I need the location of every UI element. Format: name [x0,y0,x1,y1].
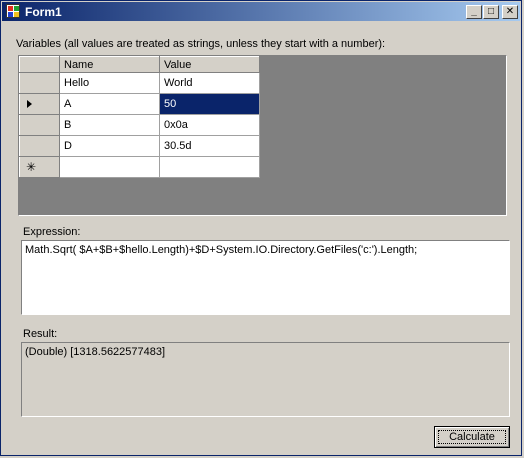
current-row-indicator-icon [27,100,32,109]
cell-name[interactable]: Hello [59,72,160,94]
column-header-name[interactable]: Name [59,56,160,73]
variables-label: Variables (all values are treated as str… [16,38,386,50]
title-bar[interactable]: Form1 _ □ ✕ [2,2,520,21]
result-label: Result: [23,328,58,340]
expression-input[interactable]: Math.Sqrt( $A+$B+$hello.Length)+$D+Syste… [21,240,510,315]
cell-value[interactable]: 0x0a [159,114,260,136]
new-row-value-cell[interactable] [159,156,260,178]
calculate-button[interactable]: Calculate [434,426,510,448]
cell-value[interactable]: World [159,72,260,94]
new-row-icon: ✳ [26,160,37,174]
maximize-icon: □ [487,6,495,17]
new-row-name-cell[interactable] [59,156,160,178]
row-header[interactable] [19,114,60,136]
maximize-button[interactable]: □ [483,5,499,19]
focus-rectangle [438,430,506,444]
cell-name[interactable]: A [59,93,160,115]
minimize-button[interactable]: _ [466,5,482,19]
expression-label: Expression: [23,226,81,238]
grid-corner-header[interactable] [19,56,60,73]
result-output[interactable]: (Double) [1318.5622577483] [21,342,510,417]
column-header-value[interactable]: Value [159,56,260,73]
cell-name[interactable]: B [59,114,160,136]
main-window: Form1 _ □ ✕ Variables (all values are tr… [0,0,522,456]
row-header[interactable]: ✳ [19,156,60,178]
table-row: A 50 [19,93,260,115]
table-row: Hello World [19,72,260,94]
variables-grid[interactable]: Name Value Hello World A 50 B 0x0a D 30.… [18,55,507,216]
cell-value-selected[interactable]: 50 [159,93,260,115]
new-row: ✳ [19,156,260,178]
app-icon[interactable] [6,4,20,18]
row-header[interactable] [19,93,60,115]
variables-table: Name Value Hello World A 50 B 0x0a D 30.… [19,56,260,178]
window-title: Form1 [25,5,62,19]
close-button[interactable]: ✕ [502,5,518,19]
table-row: B 0x0a [19,114,260,136]
cell-name[interactable]: D [59,135,160,157]
row-header[interactable] [19,72,60,94]
close-icon: ✕ [505,6,515,17]
row-header[interactable] [19,135,60,157]
minimize-icon: _ [471,6,477,17]
cell-value[interactable]: 30.5d [159,135,260,157]
table-row: D 30.5d [19,135,260,157]
